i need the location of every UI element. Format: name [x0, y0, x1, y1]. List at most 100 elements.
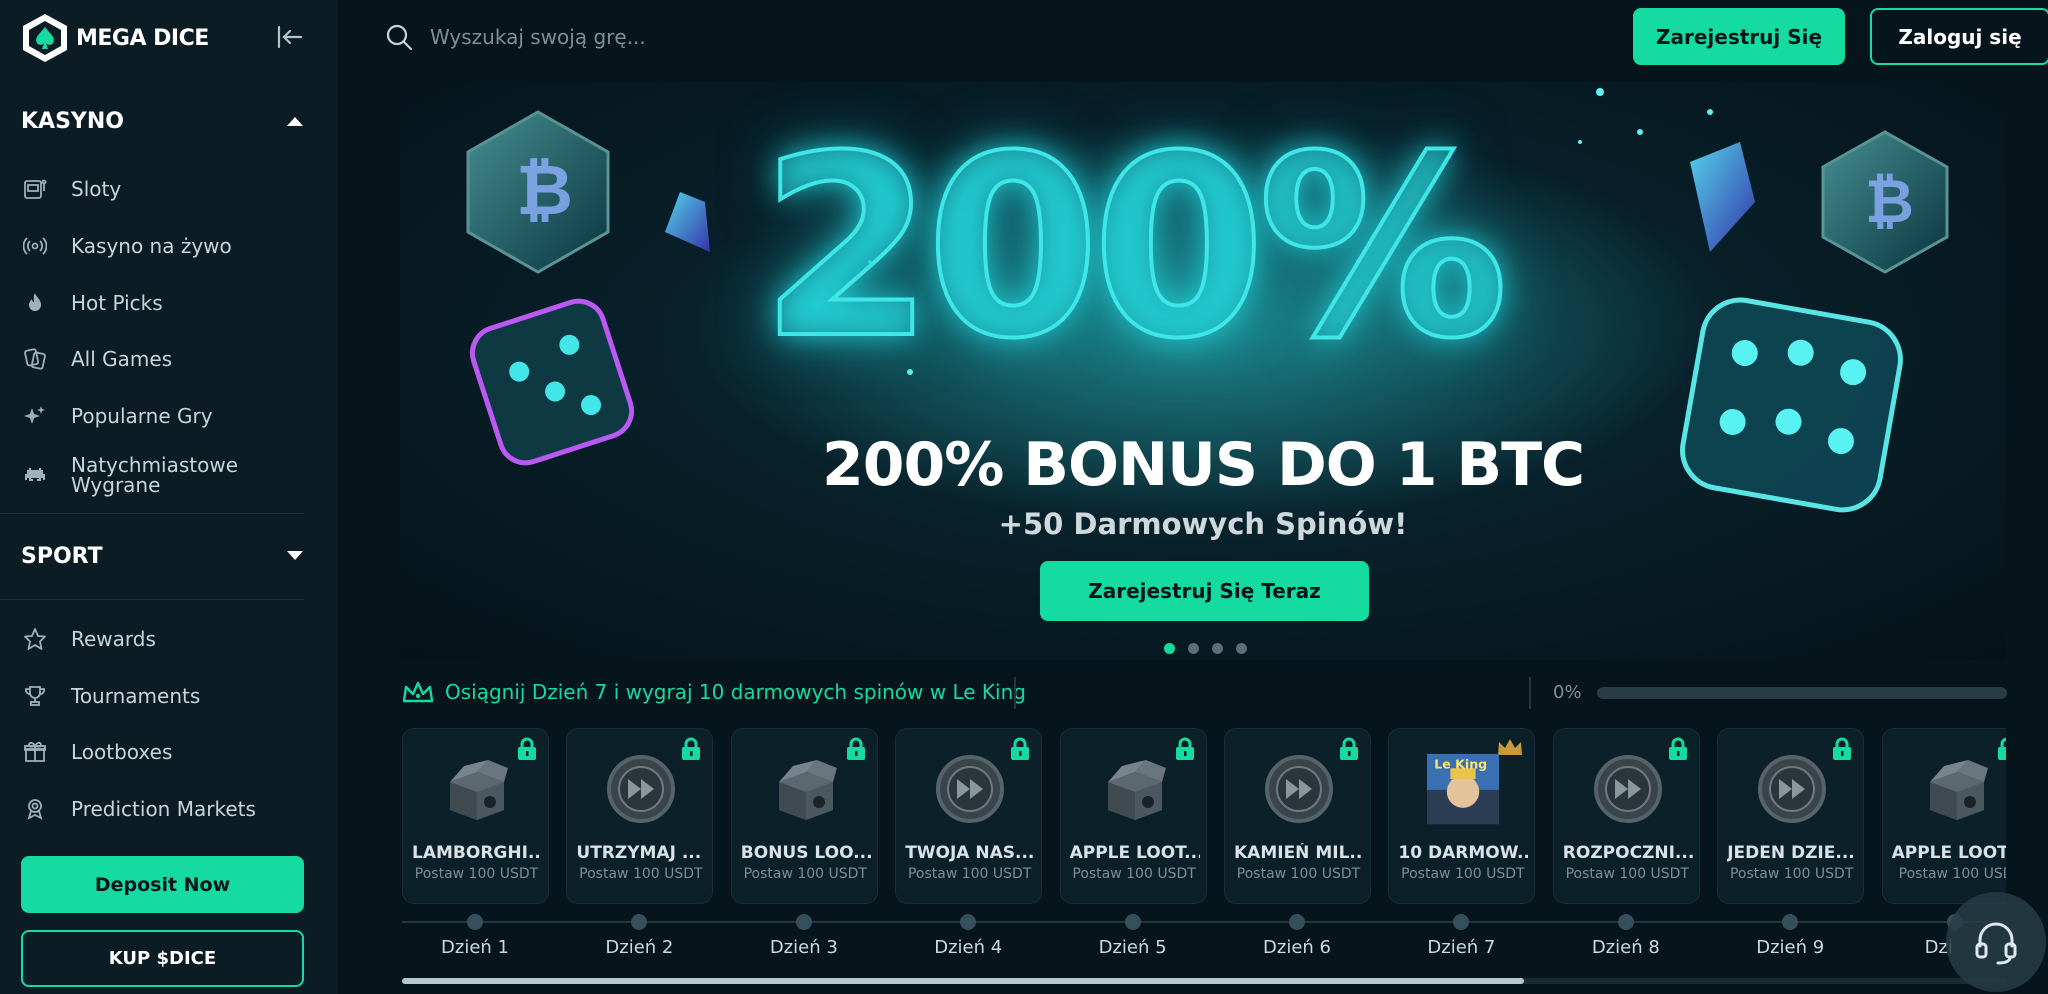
sidebar-item-instant-wins[interactable]: Natychmiastowe Wygrane: [21, 451, 311, 499]
bitcoin-hex-coin-left: ₿: [466, 110, 610, 274]
progress-bar: [1597, 687, 2007, 699]
timeline-day-label: Dzień 7: [1427, 937, 1496, 958]
lock-icon: [1338, 737, 1360, 765]
timeline-dot: [960, 914, 977, 930]
lock-icon: [845, 737, 867, 765]
sidebar-item-label: Prediction Markets: [71, 797, 256, 821]
sidebar-item-label: Natychmiastowe Wygrane: [71, 453, 239, 497]
timeline-day-label: Dzień 2: [605, 937, 674, 958]
timeline-dot: [467, 914, 483, 930]
timeline-dot: [1617, 914, 1634, 930]
carousel-dot[interactable]: [1164, 643, 1175, 654]
banner-subtitle: +50 Darmowych Spinów!: [998, 507, 1408, 541]
trophy-icon: [21, 682, 49, 710]
reward-card-title: 10 DARMOW...: [1398, 843, 1529, 863]
sidebar-item-label: Rewards: [71, 627, 156, 651]
reward-card[interactable]: APPLE LOOT... Postaw 100 USDT: [1059, 728, 1207, 904]
section-casino-title: KASYNO: [21, 108, 124, 134]
lock-icon: [1996, 737, 2006, 765]
chevron-up-icon: [287, 117, 303, 126]
crown-icon: [1496, 737, 1524, 763]
reward-card-title: LAMBORGHI...: [412, 843, 542, 863]
sidebar-item-label: Popularne Gry: [71, 404, 213, 428]
carousel-dot[interactable]: [1236, 643, 1247, 654]
reward-card[interactable]: UTRZYMAJ ... Postaw 100 USDT: [566, 728, 714, 904]
reward-card[interactable]: APPLE LOOT... Postaw 100 USD: [1881, 728, 2006, 904]
fast-forward-icon: [1592, 753, 1664, 825]
section-casino-header[interactable]: KASYNO: [21, 101, 305, 141]
timeline-day-label: Dzień 9: [1756, 937, 1825, 958]
timeline-dot: [1289, 914, 1305, 930]
banner-hero-text: 200%: [758, 100, 1510, 395]
fast-forward-icon: [605, 753, 677, 825]
lock-icon: [1174, 737, 1196, 765]
sidebar-item-lootboxes[interactable]: Lootboxes: [21, 730, 311, 774]
lootbox-icon: [1921, 753, 1993, 825]
reward-card[interactable]: JEDEN DZIE... Postaw 100 USDT: [1717, 728, 1865, 904]
sidebar-item-tournaments[interactable]: Tournaments: [21, 674, 311, 718]
search-icon: [386, 24, 413, 51]
timeline-day-label: Dzień 8: [1591, 937, 1660, 958]
top-header: Zarejestruj Się Zaloguj się: [338, 0, 2048, 80]
streak-promo-text: Osiągnij Dzień 7 i wygraj 10 darmowych s…: [445, 680, 1026, 704]
reward-card-title: BONUS LOO...: [740, 843, 871, 863]
reward-card[interactable]: LAMBORGHI... Postaw 100 USDT: [402, 728, 549, 904]
sidebar-item-popular-games[interactable]: Popularne Gry: [21, 394, 311, 438]
reward-card-requirement: Postaw 100 USD: [1898, 866, 2006, 882]
lootbox-icon: [441, 753, 513, 825]
reward-card-requirement: Postaw 100 USDT: [1401, 866, 1525, 882]
broadcast-icon: [21, 232, 49, 260]
sidebar-item-label: All Games: [71, 347, 173, 371]
horizontal-scrollbar-thumb[interactable]: [402, 978, 1524, 984]
award-icon: [21, 795, 49, 823]
banner-register-button[interactable]: Zarejestruj Się Teraz: [1040, 561, 1369, 621]
reward-card-requirement: Postaw 100 USDT: [743, 866, 867, 882]
timeline-dot: [1124, 914, 1141, 930]
support-chat-button[interactable]: [1946, 892, 2046, 992]
sidebar-item-label: Hot Picks: [71, 291, 163, 315]
timeline-day-label: Dzień 3: [769, 937, 838, 958]
sidebar: MEGA DICE KASYNO Sloty Kasyno na żywo Ho…: [0, 0, 338, 994]
sidebar-item-all-games[interactable]: All Games: [21, 337, 311, 381]
sidebar-item-prediction-markets[interactable]: Prediction Markets: [21, 787, 311, 831]
reward-card-title: KAMIEŃ MIL...: [1234, 843, 1364, 863]
search-input[interactable]: [430, 18, 1030, 56]
register-button[interactable]: Zarejestruj Się: [1633, 8, 1845, 65]
deposit-now-button[interactable]: Deposit Now: [21, 856, 304, 913]
sidebar-item-rewards[interactable]: Rewards: [21, 617, 311, 661]
collapse-sidebar-button[interactable]: [274, 22, 308, 52]
lock-icon: [1831, 737, 1853, 765]
promo-banner[interactable]: ₿ ₿ 200% 200% BONUS DO 1 BTC +50 Darmowy…: [400, 82, 2006, 660]
reward-card-title: ROZPOCZNI...: [1562, 843, 1693, 863]
buy-dice-button[interactable]: KUP $DICE: [21, 930, 304, 987]
daily-rewards-carousel[interactable]: LAMBORGHI... Postaw 100 USDT UTRZYMAJ ... P…: [402, 728, 2006, 908]
reward-card[interactable]: Le King 10 DARMOW... Postaw 100 USDT: [1388, 728, 1536, 904]
reward-card-title: APPLE LOOT...: [1069, 843, 1200, 863]
lootbox-icon: [770, 753, 842, 825]
carousel-dot[interactable]: [1212, 643, 1223, 654]
reward-card[interactable]: BONUS LOO... Postaw 100 USDT: [730, 728, 878, 904]
sidebar-item-sloty[interactable]: Sloty: [21, 167, 311, 211]
timeline-dot: [1453, 914, 1470, 930]
timeline-day-label: Dzień 5: [1098, 937, 1167, 958]
collapse-left-icon: [277, 25, 303, 49]
headset-icon: [1975, 922, 2017, 965]
sidebar-item-hot-picks[interactable]: Hot Picks: [21, 281, 311, 325]
reward-card-requirement: Postaw 100 USDT: [414, 866, 539, 882]
reward-card[interactable]: KAMIEŃ MIL... Postaw 100 USDT: [1224, 728, 1371, 904]
timeline-dot: [795, 914, 812, 930]
section-sport-title: SPORT: [21, 543, 103, 569]
svg-text:Le King: Le King: [1435, 756, 1488, 771]
brand-logo[interactable]: MEGA DICE: [20, 12, 209, 64]
sparkles-icon: [21, 402, 49, 430]
lock-icon: [680, 737, 702, 765]
reward-card-requirement: Postaw 100 USDT: [907, 866, 1032, 882]
timeline-day-label: Dzień 4: [934, 937, 1003, 958]
section-sport-header[interactable]: SPORT: [21, 536, 305, 576]
reward-card[interactable]: ROZPOCZNI... Postaw 100 USDT: [1552, 728, 1700, 904]
reward-card[interactable]: TWOJA NAS... Postaw 100 USDT: [895, 728, 1043, 904]
sidebar-item-live-casino[interactable]: Kasyno na żywo: [21, 224, 311, 268]
carousel-dot[interactable]: [1188, 643, 1199, 654]
login-button[interactable]: Zaloguj się: [1870, 8, 2048, 65]
svg-text:₿: ₿: [516, 149, 573, 231]
